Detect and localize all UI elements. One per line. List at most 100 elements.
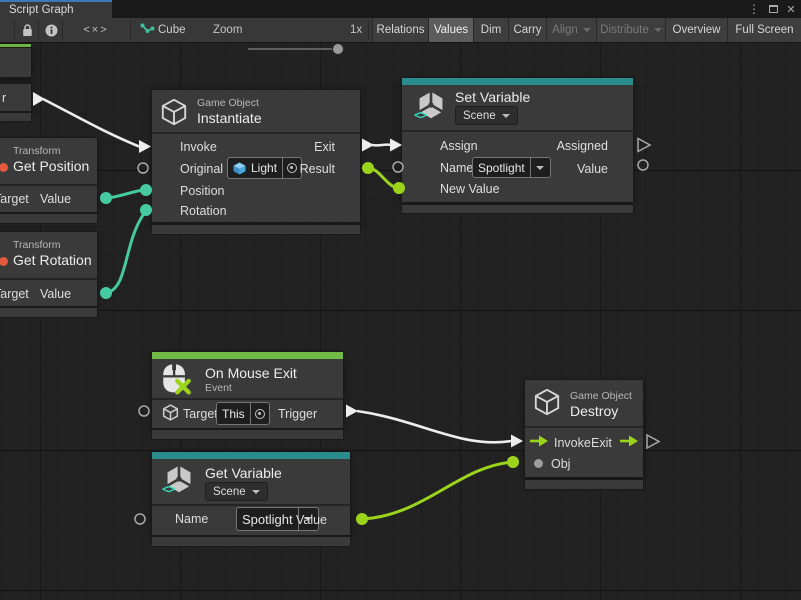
transform-type-icon — [0, 163, 8, 172]
separator — [130, 20, 131, 40]
node-category: Game Object — [570, 390, 632, 402]
distribute-dropdown[interactable]: Distribute — [596, 18, 665, 42]
full-screen-button[interactable]: Full Screen — [727, 18, 801, 42]
port-instantiate-result[interactable] — [362, 162, 374, 174]
port-label: r — [2, 91, 6, 105]
separator — [14, 20, 15, 40]
script-graph-window: r Transform Get Position Target Value Tr… — [0, 0, 801, 600]
game-object-icon — [162, 404, 179, 421]
tab-title: Script Graph — [9, 4, 74, 16]
node-partial-port-row[interactable]: r — [0, 84, 31, 111]
result-port-label: Result — [300, 162, 335, 176]
port-instantiate-position[interactable] — [140, 184, 152, 196]
port-instantiate-original[interactable] — [138, 163, 148, 173]
code-view-button[interactable]: <×> — [62, 18, 130, 42]
variable-name-value: Spotlight — [237, 512, 298, 527]
node-destroy[interactable]: Game Object Destroy Invoke Exit Obj — [525, 380, 643, 477]
prefab-cube-icon — [233, 162, 246, 175]
node-subtitle: Event — [205, 382, 232, 394]
port-getposition-value[interactable] — [100, 192, 112, 204]
port-mouseexit-trigger[interactable] — [346, 405, 358, 418]
carry-toggle[interactable]: Carry — [508, 18, 546, 42]
port-destroy-obj[interactable] — [507, 456, 519, 468]
variable-name-dropdown[interactable]: Spotlight — [472, 157, 551, 178]
kebab-icon: ⋮ — [748, 2, 760, 16]
port-setvariable-assigned[interactable] — [638, 139, 650, 152]
overview-button[interactable]: Overview — [665, 18, 727, 42]
port-setvariable-value[interactable] — [638, 160, 648, 170]
divider — [402, 130, 633, 132]
value-port-label: Value — [296, 513, 327, 527]
variable-scope-dropdown[interactable]: Scene — [455, 106, 518, 125]
node-get-rotation[interactable]: Transform Get Rotation Target Value — [0, 232, 97, 306]
node-get-variable[interactable]: <> Get Variable Scene Name Spotlight Val… — [152, 452, 350, 535]
object-picker-button[interactable] — [282, 158, 301, 178]
info-icon — [45, 24, 58, 37]
object-picker-button[interactable] — [250, 403, 269, 424]
port-destroy-exit[interactable] — [647, 435, 659, 448]
node-instantiate[interactable]: Game Object Instantiate Invoke Exit Orig… — [152, 90, 360, 222]
variable-color-bar — [402, 78, 633, 85]
align-dropdown[interactable]: Align — [546, 18, 596, 42]
target-object-field[interactable]: This — [216, 402, 270, 425]
lock-button[interactable] — [16, 18, 38, 42]
tab-script-graph[interactable]: Script Graph — [0, 0, 112, 18]
event-color-bar — [152, 352, 343, 359]
wire-trigger-to-invoke[interactable] — [357, 411, 511, 442]
port-mouseexit-target[interactable] — [139, 406, 149, 416]
assigned-port-label: Assigned — [557, 139, 608, 153]
graph-canvas[interactable]: r Transform Get Position Target Value Tr… — [0, 0, 801, 600]
node-title: Get Rotation — [13, 252, 92, 268]
variable-name-value: Spotlight — [473, 161, 530, 175]
window-title-bar: Script Graph ⋮ ✕ — [0, 0, 801, 18]
close-button[interactable]: ✕ — [783, 0, 799, 18]
zoom-slider-track[interactable] — [248, 48, 338, 50]
name-port-label: Name — [175, 512, 208, 526]
chevron-down-icon — [654, 28, 662, 32]
toolbar-toggle-group: Relations Values Dim Carry Align Distrib… — [372, 18, 801, 42]
chevron-down-icon — [536, 166, 544, 170]
original-port-label: Original — [180, 162, 223, 176]
dim-toggle[interactable]: Dim — [473, 18, 508, 42]
port-getvariable-value[interactable] — [356, 513, 368, 525]
zoom-slider-handle[interactable] — [332, 43, 344, 55]
wire-getvariable-to-obj[interactable] — [362, 462, 513, 519]
variable-color-bar — [152, 452, 350, 459]
info-button[interactable] — [40, 18, 62, 42]
node-set-variable[interactable]: <> Set Variable Scene Assign Assigned Na… — [402, 78, 633, 202]
node-get-position[interactable]: Transform Get Position Target Value — [0, 138, 97, 212]
lock-icon — [22, 24, 33, 37]
dropdown-button[interactable] — [530, 158, 550, 177]
port-setvariable-newvalue[interactable] — [393, 182, 405, 194]
name-port-label: Name — [440, 161, 473, 175]
port-setvariable-assign[interactable] — [390, 139, 402, 152]
node-footer — [0, 113, 31, 121]
node-title: On Mouse Exit — [205, 365, 297, 381]
original-value: Light — [246, 161, 282, 175]
divider — [0, 278, 97, 280]
node-on-mouse-exit[interactable]: On Mouse Exit Event Target This Trigger — [152, 352, 343, 428]
chevron-down-icon — [502, 114, 510, 118]
game-object-icon — [160, 98, 188, 126]
port-getrotation-value[interactable] — [100, 287, 112, 299]
graph-toolbar: <×> Cube Zoom 1x Relations Values Dim Ca… — [0, 18, 801, 43]
wire-getrotation-to-rotation[interactable] — [106, 211, 146, 293]
wire-exit-to-assign[interactable] — [372, 145, 392, 146]
maximize-button[interactable] — [765, 0, 781, 18]
port-getvariable-name[interactable] — [135, 514, 145, 524]
port-instantiate-exit[interactable] — [362, 139, 374, 152]
relations-toggle[interactable]: Relations — [372, 18, 428, 42]
port-event-out-triangle[interactable] — [33, 92, 45, 106]
variable-scope-dropdown[interactable]: Scene — [205, 482, 268, 501]
port-destroy-invoke[interactable] — [511, 435, 523, 448]
original-object-field[interactable]: Light — [227, 157, 302, 179]
node-category: Game Object — [197, 97, 259, 109]
node-partial-header[interactable] — [0, 48, 31, 77]
values-toggle[interactable]: Values — [428, 18, 473, 42]
graph-breadcrumb[interactable]: Cube — [158, 24, 186, 36]
port-instantiate-invoke[interactable] — [139, 140, 151, 153]
exit-port-label: Exit — [314, 140, 335, 154]
port-instantiate-rotation[interactable] — [140, 204, 152, 216]
node-category: Transform — [13, 145, 60, 157]
window-menu-button[interactable]: ⋮ — [747, 0, 761, 18]
